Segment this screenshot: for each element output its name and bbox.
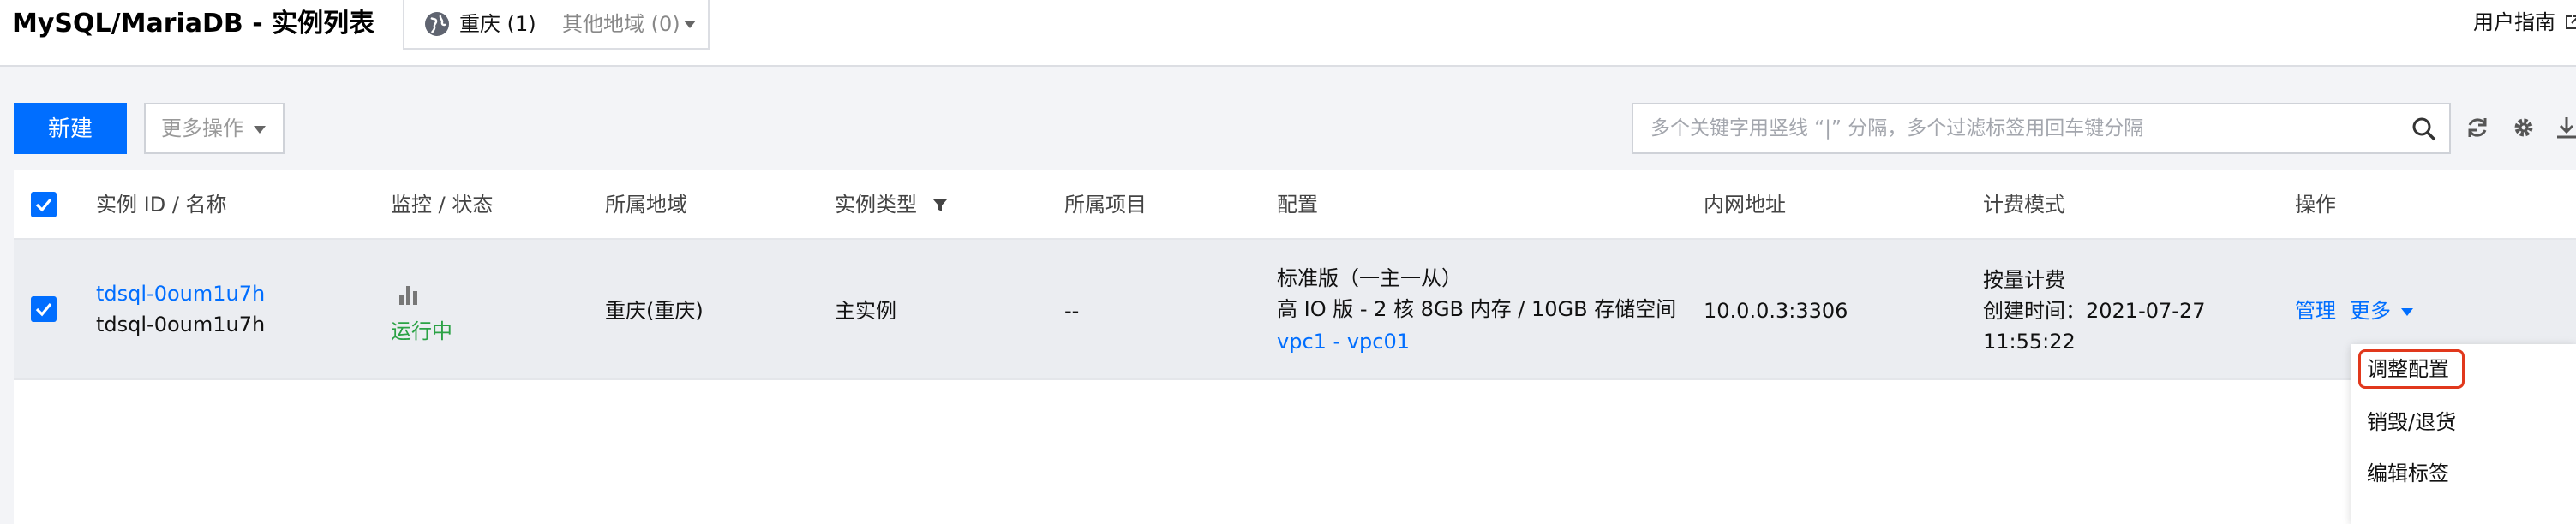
column-header-monitor: 监控 / 状态 bbox=[391, 193, 494, 217]
more-actions-label: 更多 bbox=[2350, 299, 2391, 323]
download-icon[interactable] bbox=[2554, 115, 2576, 140]
menu-item-label: 调整配置 bbox=[2367, 357, 2449, 381]
vpc-link[interactable]: vpc1 bbox=[1277, 330, 1327, 354]
row-checkbox[interactable] bbox=[31, 296, 57, 322]
column-header-billing: 计费模式 bbox=[1983, 193, 2065, 217]
config-spec: 高 IO 版 - 2 核 8GB 内存 / 10GB 存储空间 bbox=[1277, 297, 1677, 321]
menu-item-edit-tags[interactable]: 编辑标签 bbox=[2351, 449, 2576, 498]
filter-icon[interactable] bbox=[932, 198, 948, 213]
search-input[interactable] bbox=[1650, 104, 2387, 152]
table-row: tdsql-0oum1u7h tdsql-0oum1u7h 运行中 重庆(重庆)… bbox=[14, 240, 2576, 380]
created-label: 创建时间： bbox=[1983, 299, 2086, 323]
status-badge: 运行中 bbox=[391, 319, 452, 343]
menu-item-adjust-config[interactable]: 调整配置 bbox=[2351, 344, 2576, 394]
user-guide-link[interactable]: 用户指南 bbox=[2473, 9, 2555, 36]
region-tab-other[interactable]: 其他地域 (0) bbox=[562, 10, 680, 38]
table-header: 实例 ID / 名称 监控 / 状态 所属地域 实例类型 所属项目 配置 内网地… bbox=[14, 170, 2576, 240]
chevron-down-icon bbox=[254, 126, 266, 134]
bar-chart-icon[interactable] bbox=[396, 281, 422, 307]
column-header-id: 实例 ID / 名称 bbox=[96, 193, 227, 217]
created-date: 2021-07-27 bbox=[2086, 299, 2206, 323]
more-actions-link[interactable]: 更多 bbox=[2350, 295, 2413, 327]
page-title: MySQL/MariaDB - 实例列表 bbox=[12, 9, 375, 39]
project-cell: -- bbox=[1064, 299, 1080, 323]
column-header-type: 实例类型 bbox=[835, 170, 948, 240]
column-header-actions: 操作 bbox=[2295, 193, 2336, 217]
created-time: 11:55:22 bbox=[1983, 330, 2076, 354]
chevron-down-icon[interactable] bbox=[684, 21, 696, 28]
network-cell: vpc1 - vpc01 bbox=[1277, 325, 1410, 358]
created-at: 创建时间：2021-07-27 bbox=[1983, 295, 2205, 327]
column-header-project: 所属项目 bbox=[1064, 193, 1147, 217]
menu-item-destroy-return[interactable]: 销毁/退货 bbox=[2351, 397, 2576, 447]
more-actions-menu: 调整配置 销毁/退货 编辑标签 bbox=[2351, 344, 2576, 524]
instance-table: 实例 ID / 名称 监控 / 状态 所属地域 实例类型 所属项目 配置 内网地… bbox=[14, 170, 2576, 524]
external-link-icon[interactable] bbox=[2564, 14, 2576, 31]
caret-down-icon bbox=[2401, 307, 2413, 316]
search-box bbox=[1632, 103, 2451, 154]
more-operations-label: 更多操作 bbox=[161, 116, 243, 140]
subnet-link[interactable]: vpc01 bbox=[1347, 330, 1410, 354]
gear-icon[interactable] bbox=[2511, 115, 2537, 140]
globe-icon bbox=[425, 12, 449, 36]
region-tab-chongqing[interactable]: 重庆 (1) bbox=[459, 10, 536, 38]
instance-name: tdsql-0oum1u7h bbox=[96, 313, 266, 336]
select-all-checkbox[interactable] bbox=[31, 192, 57, 217]
search-icon[interactable] bbox=[2411, 116, 2437, 142]
region-cell: 重庆(重庆) bbox=[605, 299, 704, 323]
column-header-type-label: 实例类型 bbox=[835, 193, 917, 217]
more-operations-dropdown[interactable]: 更多操作 bbox=[144, 103, 285, 154]
check-icon bbox=[35, 302, 52, 317]
new-instance-button[interactable]: 新建 bbox=[14, 103, 127, 154]
column-header-region: 所属地域 bbox=[605, 193, 687, 217]
billing-mode: 按量计费 bbox=[1983, 268, 2065, 292]
column-header-address: 内网地址 bbox=[1704, 193, 1786, 217]
instance-id-link[interactable]: tdsql-0oum1u7h bbox=[96, 277, 265, 310]
private-address: 10.0.0.3:3306 bbox=[1704, 299, 1848, 323]
column-header-config: 配置 bbox=[1277, 193, 1318, 217]
check-icon bbox=[35, 198, 52, 212]
manage-link[interactable]: 管理 bbox=[2295, 295, 2336, 327]
instance-type-cell: 主实例 bbox=[835, 299, 896, 323]
refresh-icon[interactable] bbox=[2465, 115, 2490, 140]
top-header: MySQL/MariaDB - 实例列表 重庆 (1) 其他地域 (0) 用户指… bbox=[0, 0, 2576, 67]
config-edition: 标准版（一主一从） bbox=[1277, 266, 1462, 290]
vpc-separator: - bbox=[1326, 330, 1347, 354]
region-selector: 重庆 (1) 其他地域 (0) bbox=[403, 0, 710, 50]
